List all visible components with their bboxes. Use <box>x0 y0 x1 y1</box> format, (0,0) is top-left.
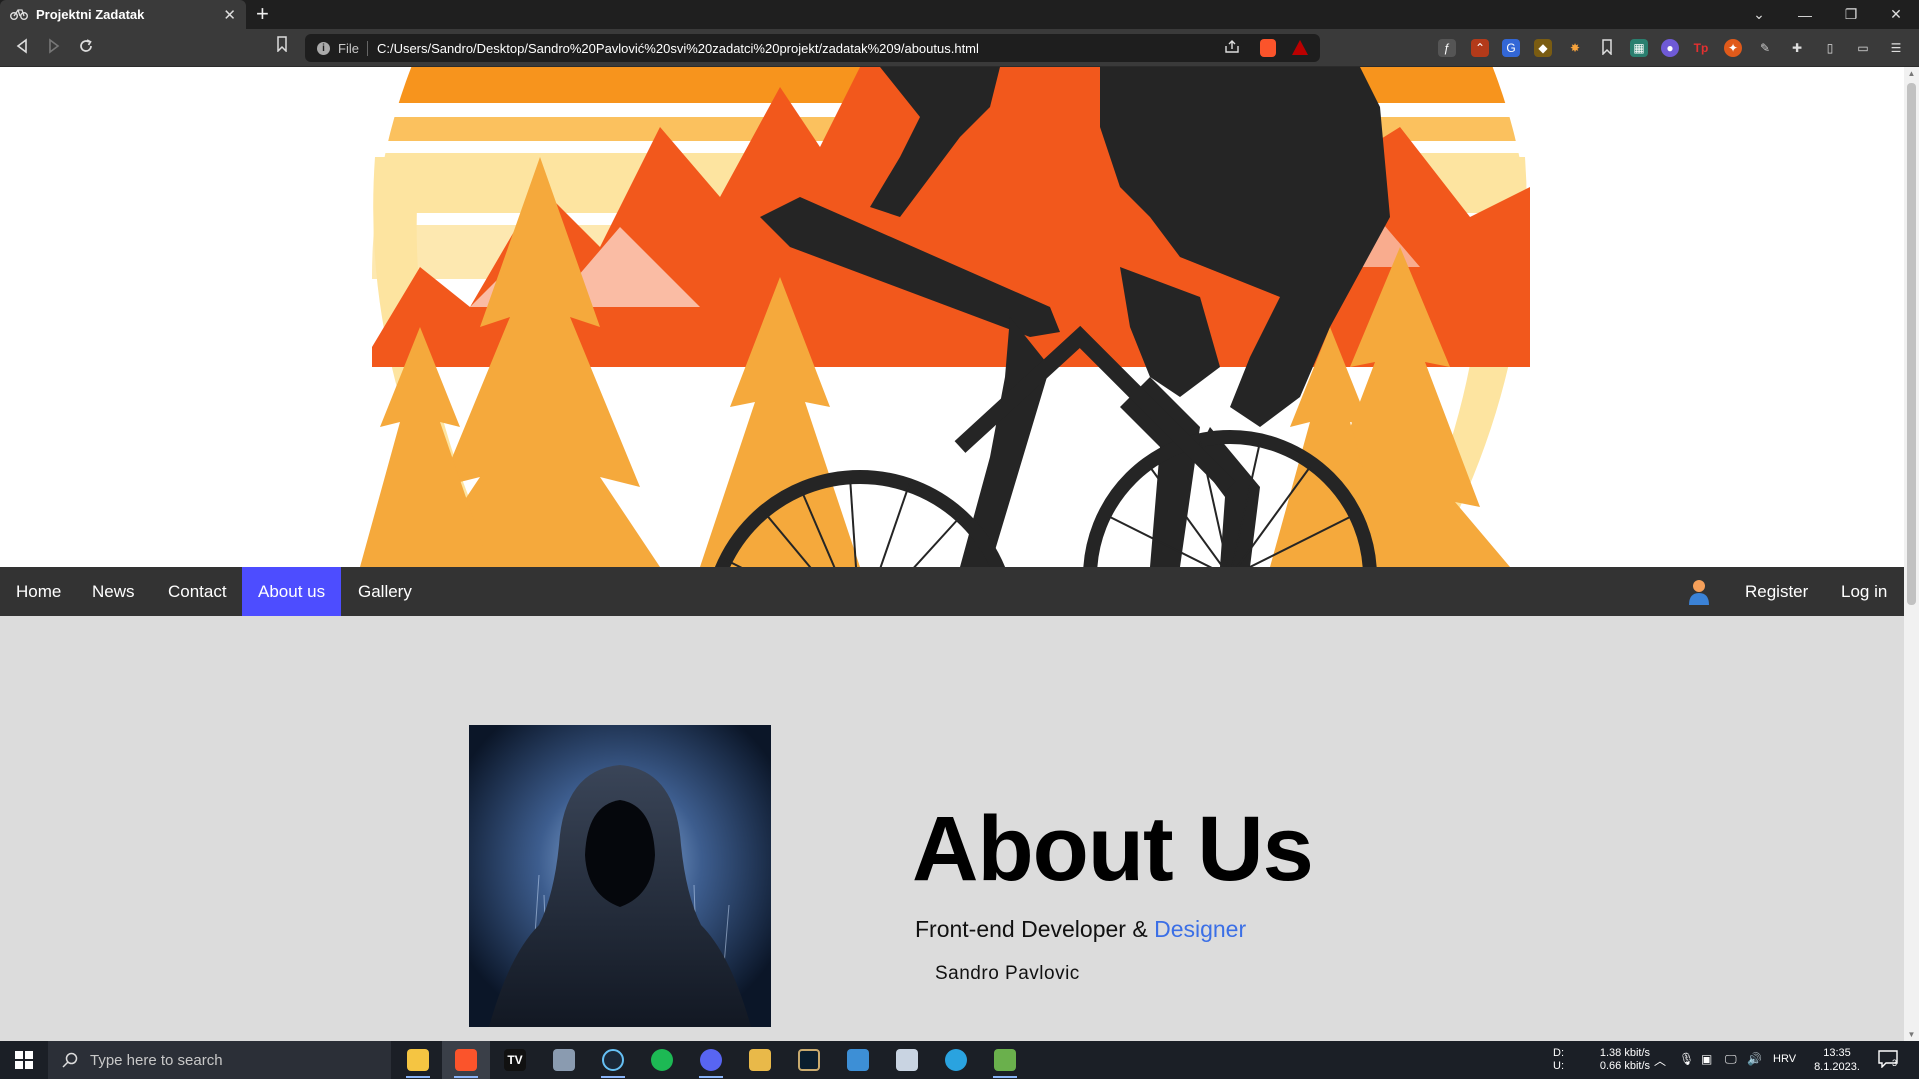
main-navbar: Home News Contact About us Gallery Regis… <box>0 567 1904 616</box>
page-scrollbar[interactable]: ▲ ▼ <box>1904 67 1919 1041</box>
net-up-value: 0.66 kbit/s <box>1599 1060 1650 1072</box>
taskbar-search-box[interactable]: Type here to search <box>48 1041 391 1079</box>
tagline-text: Front-end Developer & <box>915 916 1155 942</box>
tab-search-chevron-icon[interactable]: ⌄ <box>1736 0 1782 29</box>
browser-toolbar: i File C:/Users/Sandro/Desktop/Sandro%20… <box>0 29 1919 67</box>
page-title: About Us <box>912 798 1314 900</box>
bookmark-extension-icon[interactable] <box>1598 39 1616 57</box>
extension-icon-8[interactable]: ● <box>1661 39 1679 57</box>
steam-icon[interactable] <box>589 1041 637 1079</box>
clock[interactable]: 13:35 8.1.2023. <box>1812 1046 1862 1079</box>
file-explorer-icon[interactable] <box>394 1041 442 1079</box>
forward-button[interactable] <box>43 37 65 59</box>
tradingview-icon[interactable]: TV <box>491 1041 539 1079</box>
nav-home[interactable]: Home <box>0 567 77 616</box>
nav-contact[interactable]: Contact <box>152 567 243 616</box>
net-down-value: 1.38 kbit/s <box>1599 1047 1650 1059</box>
scrollbar-thumb[interactable] <box>1907 83 1916 605</box>
app-icon-11[interactable] <box>883 1041 931 1079</box>
user-icon[interactable] <box>1687 579 1711 605</box>
app-icon-8[interactable] <box>736 1041 784 1079</box>
clock-time: 13:35 <box>1823 1047 1851 1059</box>
notifications-button[interactable]: 3 <box>1878 1050 1904 1070</box>
show-hidden-icons-chevron-icon[interactable]: ︿ <box>1654 1052 1666 1079</box>
network-icon[interactable]: 🖵 <box>1725 1052 1737 1079</box>
translate-extension-icon[interactable]: G <box>1502 39 1520 57</box>
browser-tab-bar: Projektni Zadatak ✕ + ⌄ — ❐ ✕ <box>0 0 1919 29</box>
net-up-label: U: <box>1553 1060 1564 1072</box>
url-text[interactable]: C:/Users/Sandro/Desktop/Sandro%20Pavlovi… <box>377 41 979 56</box>
restore-button[interactable]: ❐ <box>1828 0 1874 29</box>
back-button[interactable] <box>11 37 33 59</box>
url-scheme-label: File <box>338 40 368 56</box>
nav-about-us[interactable]: About us <box>242 567 342 616</box>
site-info-icon[interactable]: i <box>317 41 330 55</box>
volume-icon[interactable]: 🔊 <box>1747 1052 1762 1079</box>
snipping-tool-icon[interactable] <box>981 1041 1029 1079</box>
author-name: Sandro Pavlovic <box>935 963 1080 984</box>
extension-icon-9[interactable]: Tp <box>1692 39 1710 57</box>
extension-icon-2[interactable]: ⌃ <box>1471 39 1489 57</box>
bicycle-favicon-icon <box>10 8 28 22</box>
register-link[interactable]: Register <box>1729 567 1824 616</box>
tab-close-icon[interactable]: ✕ <box>223 6 236 24</box>
share-icon[interactable] <box>1224 40 1240 57</box>
net-down-label: D: <box>1553 1047 1564 1059</box>
remote-desktop-icon[interactable] <box>834 1041 882 1079</box>
extension-icon-10[interactable]: ✦ <box>1724 39 1742 57</box>
tab-title: Projektni Zadatak <box>36 7 145 22</box>
extension-icon-4[interactable]: ◆ <box>1534 39 1552 57</box>
menu-icon[interactable]: ☰ <box>1887 39 1905 57</box>
extension-icon-11[interactable]: ✎ <box>1756 39 1774 57</box>
net-speed-values: 1.38 kbit/s 0.66 kbit/s <box>1594 1047 1650 1079</box>
designer-link[interactable]: Designer <box>1154 916 1246 942</box>
extension-icon-7[interactable]: ▦ <box>1630 39 1648 57</box>
extension-icon-1[interactable]: ƒ <box>1438 39 1456 57</box>
app-icon-4[interactable] <box>540 1041 588 1079</box>
reload-button[interactable] <box>75 37 97 59</box>
discord-icon[interactable] <box>687 1041 735 1079</box>
telegram-icon[interactable] <box>932 1041 980 1079</box>
language-indicator[interactable]: HRV <box>1773 1053 1796 1079</box>
about-section: About Us Front-end Developer & Designer … <box>0 616 1904 1041</box>
brave-browser-icon[interactable] <box>442 1041 490 1079</box>
hooded-figure-portrait-image <box>469 725 771 1027</box>
minimize-button[interactable]: — <box>1782 0 1828 29</box>
windows-logo-icon <box>15 1051 33 1069</box>
notification-count: 3 <box>1892 1058 1898 1068</box>
nav-gallery[interactable]: Gallery <box>342 567 428 616</box>
brave-rewards-icon[interactable] <box>1292 40 1308 55</box>
windows-taskbar: Type here to search TV D: U: 1.38 kbit/s… <box>0 1041 1919 1079</box>
web-page: Home News Contact About us Gallery Regis… <box>0 67 1904 1041</box>
cyclist-banner-image <box>0 67 1904 567</box>
new-tab-button[interactable]: + <box>256 2 269 26</box>
address-bar[interactable]: i File C:/Users/Sandro/Desktop/Sandro%20… <box>305 34 1320 62</box>
spotify-icon[interactable] <box>638 1041 686 1079</box>
tagline: Front-end Developer & Designer <box>915 916 1246 943</box>
start-button[interactable] <box>0 1041 48 1079</box>
clock-date: 8.1.2023. <box>1814 1061 1860 1073</box>
login-link[interactable]: Log in <box>1825 567 1903 616</box>
search-placeholder: Type here to search <box>90 1051 223 1069</box>
microphone-icon[interactable]: 🎙 <box>1679 1052 1694 1079</box>
wallet-icon[interactable]: ▭ <box>1854 39 1872 57</box>
extension-icon-5[interactable]: ✸ <box>1566 39 1584 57</box>
brave-shields-icon[interactable] <box>1260 39 1276 57</box>
net-speed-labels: D: U: <box>1553 1047 1564 1079</box>
league-icon[interactable] <box>785 1041 833 1079</box>
search-icon <box>62 1052 78 1068</box>
nav-news[interactable]: News <box>76 567 151 616</box>
bookmark-icon[interactable] <box>276 36 288 57</box>
scroll-up-icon[interactable]: ▲ <box>1907 69 1916 78</box>
browser-tab[interactable]: Projektni Zadatak ✕ <box>0 0 246 29</box>
extensions-puzzle-icon[interactable]: ✚ <box>1788 39 1806 57</box>
scroll-down-icon[interactable]: ▼ <box>1907 1030 1916 1039</box>
sidebar-toggle-icon[interactable]: ▯ <box>1821 39 1839 57</box>
discord-tray-icon[interactable]: ▣ <box>1701 1052 1712 1079</box>
close-window-button[interactable]: ✕ <box>1873 0 1919 29</box>
